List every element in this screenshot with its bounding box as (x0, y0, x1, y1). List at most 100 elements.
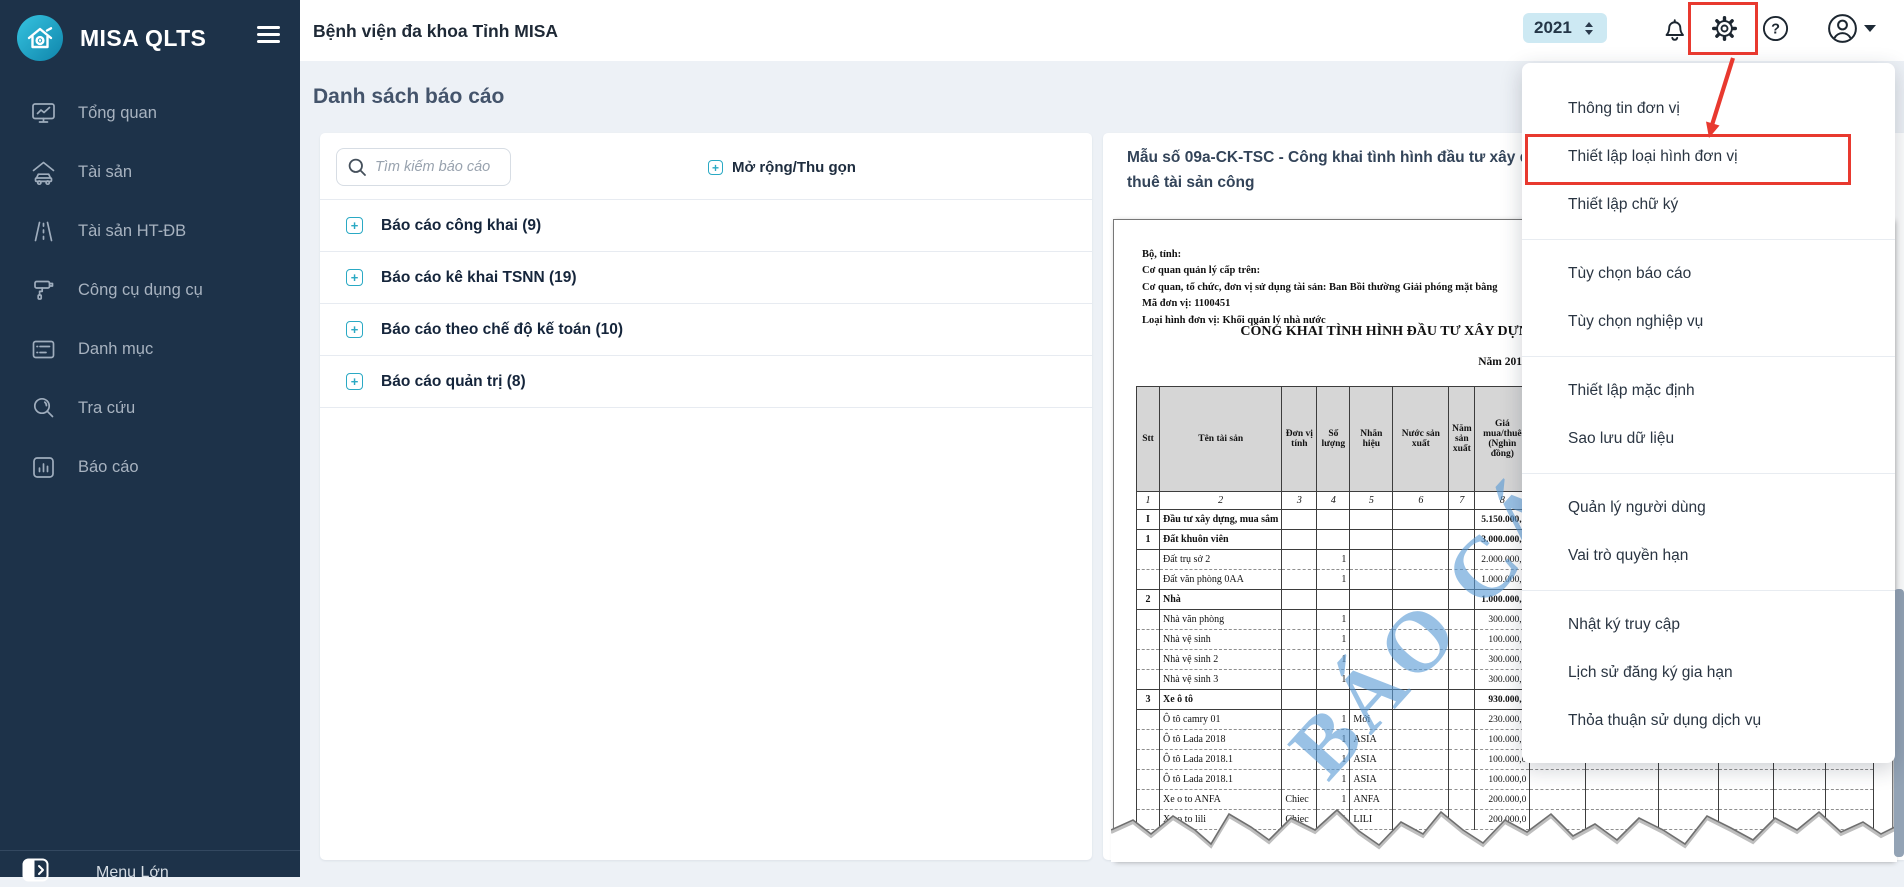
expand-collapse-all-button[interactable]: + Mở rộng/Thu gọn (708, 159, 856, 176)
sidebar-item-lookup[interactable]: Tra cứu (0, 379, 300, 438)
doc-cell-qty: 1 (1317, 670, 1350, 690)
doc-cell-empty (1774, 770, 1826, 790)
assets-icon (30, 159, 57, 186)
document-header-info: Bộ, tỉnh:Cơ quan quản lý cấp trên:Cơ qua… (1142, 247, 1498, 329)
doc-cell-brand (1350, 590, 1393, 610)
bell-icon (1661, 15, 1688, 43)
sidebar-item-assets[interactable]: Tài sản (0, 143, 300, 202)
doc-cell-unit (1282, 610, 1317, 630)
notifications-bell-button[interactable] (1661, 15, 1688, 48)
settings-gear-button[interactable] (1710, 14, 1739, 48)
sidebar-item-tools[interactable]: Công cụ dụng cụ (0, 261, 300, 320)
doc-cell-country (1393, 570, 1449, 590)
expand-collapse-label: Mở rộng/Thu gọn (732, 159, 856, 176)
account-dropdown-caret-icon[interactable] (1864, 25, 1876, 32)
doc-cell-brand: ASIA (1350, 730, 1393, 750)
doc-cell-brand (1350, 570, 1393, 590)
settings-menu-item-nhat-ky-truy-cap[interactable]: Nhật ký truy cập (1522, 601, 1895, 649)
doc-cell-brand (1350, 630, 1393, 650)
sidebar-item-overview[interactable]: Tổng quan (0, 84, 300, 143)
overview-icon (30, 100, 57, 127)
doc-cell-unit (1282, 510, 1317, 530)
menu-divider (1522, 239, 1895, 240)
report-search-input[interactable] (336, 148, 511, 186)
sidebar: MISA QLTS Tổng quanTài sảnTài sản HT-ĐBC… (0, 0, 300, 877)
fiscal-year-value: 2021 (1534, 18, 1572, 38)
doc-cell-brand (1350, 510, 1393, 530)
doc-cell-unit (1282, 590, 1317, 610)
doc-cell-unit (1282, 690, 1317, 710)
doc-cell-year (1449, 650, 1475, 670)
settings-menu-item-vai-tro-quyen-han[interactable]: Vai trò quyền hạn (1522, 532, 1895, 580)
doc-cell-country (1393, 710, 1449, 730)
doc-cell-brand (1350, 530, 1393, 550)
report-group-bao-cao-cong-khai-9[interactable]: +Báo cáo công khai (9) (320, 200, 1092, 252)
doc-cell-year (1449, 510, 1475, 530)
expand-plus-icon[interactable]: + (346, 373, 363, 390)
document-info-line: Cơ quan quản lý cấp trên: (1142, 263, 1498, 279)
tools-icon (30, 277, 57, 304)
doc-col-header: Stt (1137, 387, 1160, 492)
expand-plus-icon[interactable]: + (346, 321, 363, 338)
doc-cell-brand: Mới (1350, 710, 1393, 730)
sidebar-item-catalog[interactable]: Danh mục (0, 320, 300, 379)
settings-menu-item-thiet-lap-mac-dinh[interactable]: Thiết lập mặc định (1522, 367, 1895, 415)
settings-menu-item-thong-tin-don-vi[interactable]: Thông tin đơn vị (1522, 85, 1895, 133)
help-button[interactable]: ? (1762, 15, 1789, 47)
doc-cell-stt (1137, 750, 1160, 770)
settings-menu-item-lich-su-dang-ky-gia-han[interactable]: Lịch sử đăng ký gia hạn (1522, 649, 1895, 697)
settings-menu-item-thiet-lap-loai-hinh-don-vi[interactable]: Thiết lập loại hình đơn vị (1522, 133, 1895, 181)
doc-cell-year (1449, 750, 1475, 770)
report-group-bao-cao-theo-che-do-ke-toan-10[interactable]: +Báo cáo theo chế độ kế toán (10) (320, 304, 1092, 356)
doc-cell-country (1393, 530, 1449, 550)
unit-name-title: Bệnh viện đa khoa Tỉnh MISA (313, 21, 558, 42)
doc-cell-qty: 1 (1317, 570, 1350, 590)
doc-cell-name: Đầu tư xây dựng, mua sắm (1160, 510, 1282, 530)
doc-cell-name: Ô tô Lada 2018 (1160, 730, 1282, 750)
settings-menu-item-tuy-chon-bao-cao[interactable]: Tùy chọn báo cáo (1522, 250, 1895, 298)
doc-cell-country (1393, 750, 1449, 770)
doc-cell-stt (1137, 670, 1160, 690)
doc-cell-unit (1282, 570, 1317, 590)
fiscal-year-selector[interactable]: 2021 (1523, 13, 1607, 43)
doc-cell-brand: ASIA (1350, 750, 1393, 770)
document-info-line: Mã đơn vị: 1100451 (1142, 296, 1498, 312)
doc-cell-qty (1317, 590, 1350, 610)
expand-plus-icon[interactable]: + (346, 217, 363, 234)
sidebar-item-reports[interactable]: Báo cáo (0, 438, 300, 497)
catalog-icon (30, 336, 57, 363)
settings-menu-item-quan-ly-nguoi-dung[interactable]: Quản lý người dùng (1522, 484, 1895, 532)
report-list-panel: + Mở rộng/Thu gọn +Báo cáo công khai (9)… (320, 133, 1092, 860)
preview-scrollbar-thumb[interactable] (1894, 589, 1904, 857)
user-account-button[interactable] (1827, 13, 1858, 49)
settings-menu-item-thoa-thuan-su-dung-dich-vu[interactable]: Thỏa thuận sử dụng dịch vụ (1522, 697, 1895, 745)
expand-all-plus-icon: + (708, 160, 723, 175)
doc-cell-year (1449, 530, 1475, 550)
report-group-bao-cao-quan-tri-8[interactable]: +Báo cáo quản trị (8) (320, 356, 1092, 408)
report-group-bao-cao-ke-khai-tsnn-19[interactable]: +Báo cáo kê khai TSNN (19) (320, 252, 1092, 304)
settings-menu-item-thiet-lap-chu-ky[interactable]: Thiết lập chữ ký (1522, 181, 1895, 229)
expand-plus-icon[interactable]: + (346, 269, 363, 286)
sidebar-menu-size-toggle[interactable]: Menu Lớn (22, 858, 169, 887)
doc-cell-year (1449, 770, 1475, 790)
settings-menu-item-tuy-chon-nghiep-vu[interactable]: Tùy chọn nghiệp vụ (1522, 298, 1895, 346)
doc-cell-year (1449, 730, 1475, 750)
sidebar-footer-label: Menu Lớn (96, 864, 169, 882)
doc-cell-empty (1586, 770, 1659, 790)
document-info-line: Cơ quan, tổ chức, đơn vị sử dụng tài sản… (1142, 280, 1498, 296)
doc-cell-name: Ô tô Lada 2018.1 (1160, 750, 1282, 770)
doc-cell-price: 100.000,0 (1475, 770, 1530, 790)
misa-qlts-logo-icon (16, 14, 64, 62)
sidebar-footer-divider (0, 850, 300, 851)
doc-col-index: 5 (1350, 492, 1393, 510)
doc-cell-year (1449, 670, 1475, 690)
doc-cell-unit (1282, 670, 1317, 690)
doc-cell-country (1393, 650, 1449, 670)
doc-cell-name: Nhà (1160, 590, 1282, 610)
doc-cell-country (1393, 610, 1449, 630)
year-spinner-icon[interactable] (1585, 22, 1593, 35)
hamburger-menu-icon[interactable] (257, 26, 280, 47)
doc-cell-qty: 1 (1317, 610, 1350, 630)
settings-menu-item-sao-luu-du-lieu[interactable]: Sao lưu dữ liệu (1522, 415, 1895, 463)
sidebar-item-infrastructure[interactable]: Tài sản HT-ĐB (0, 202, 300, 261)
